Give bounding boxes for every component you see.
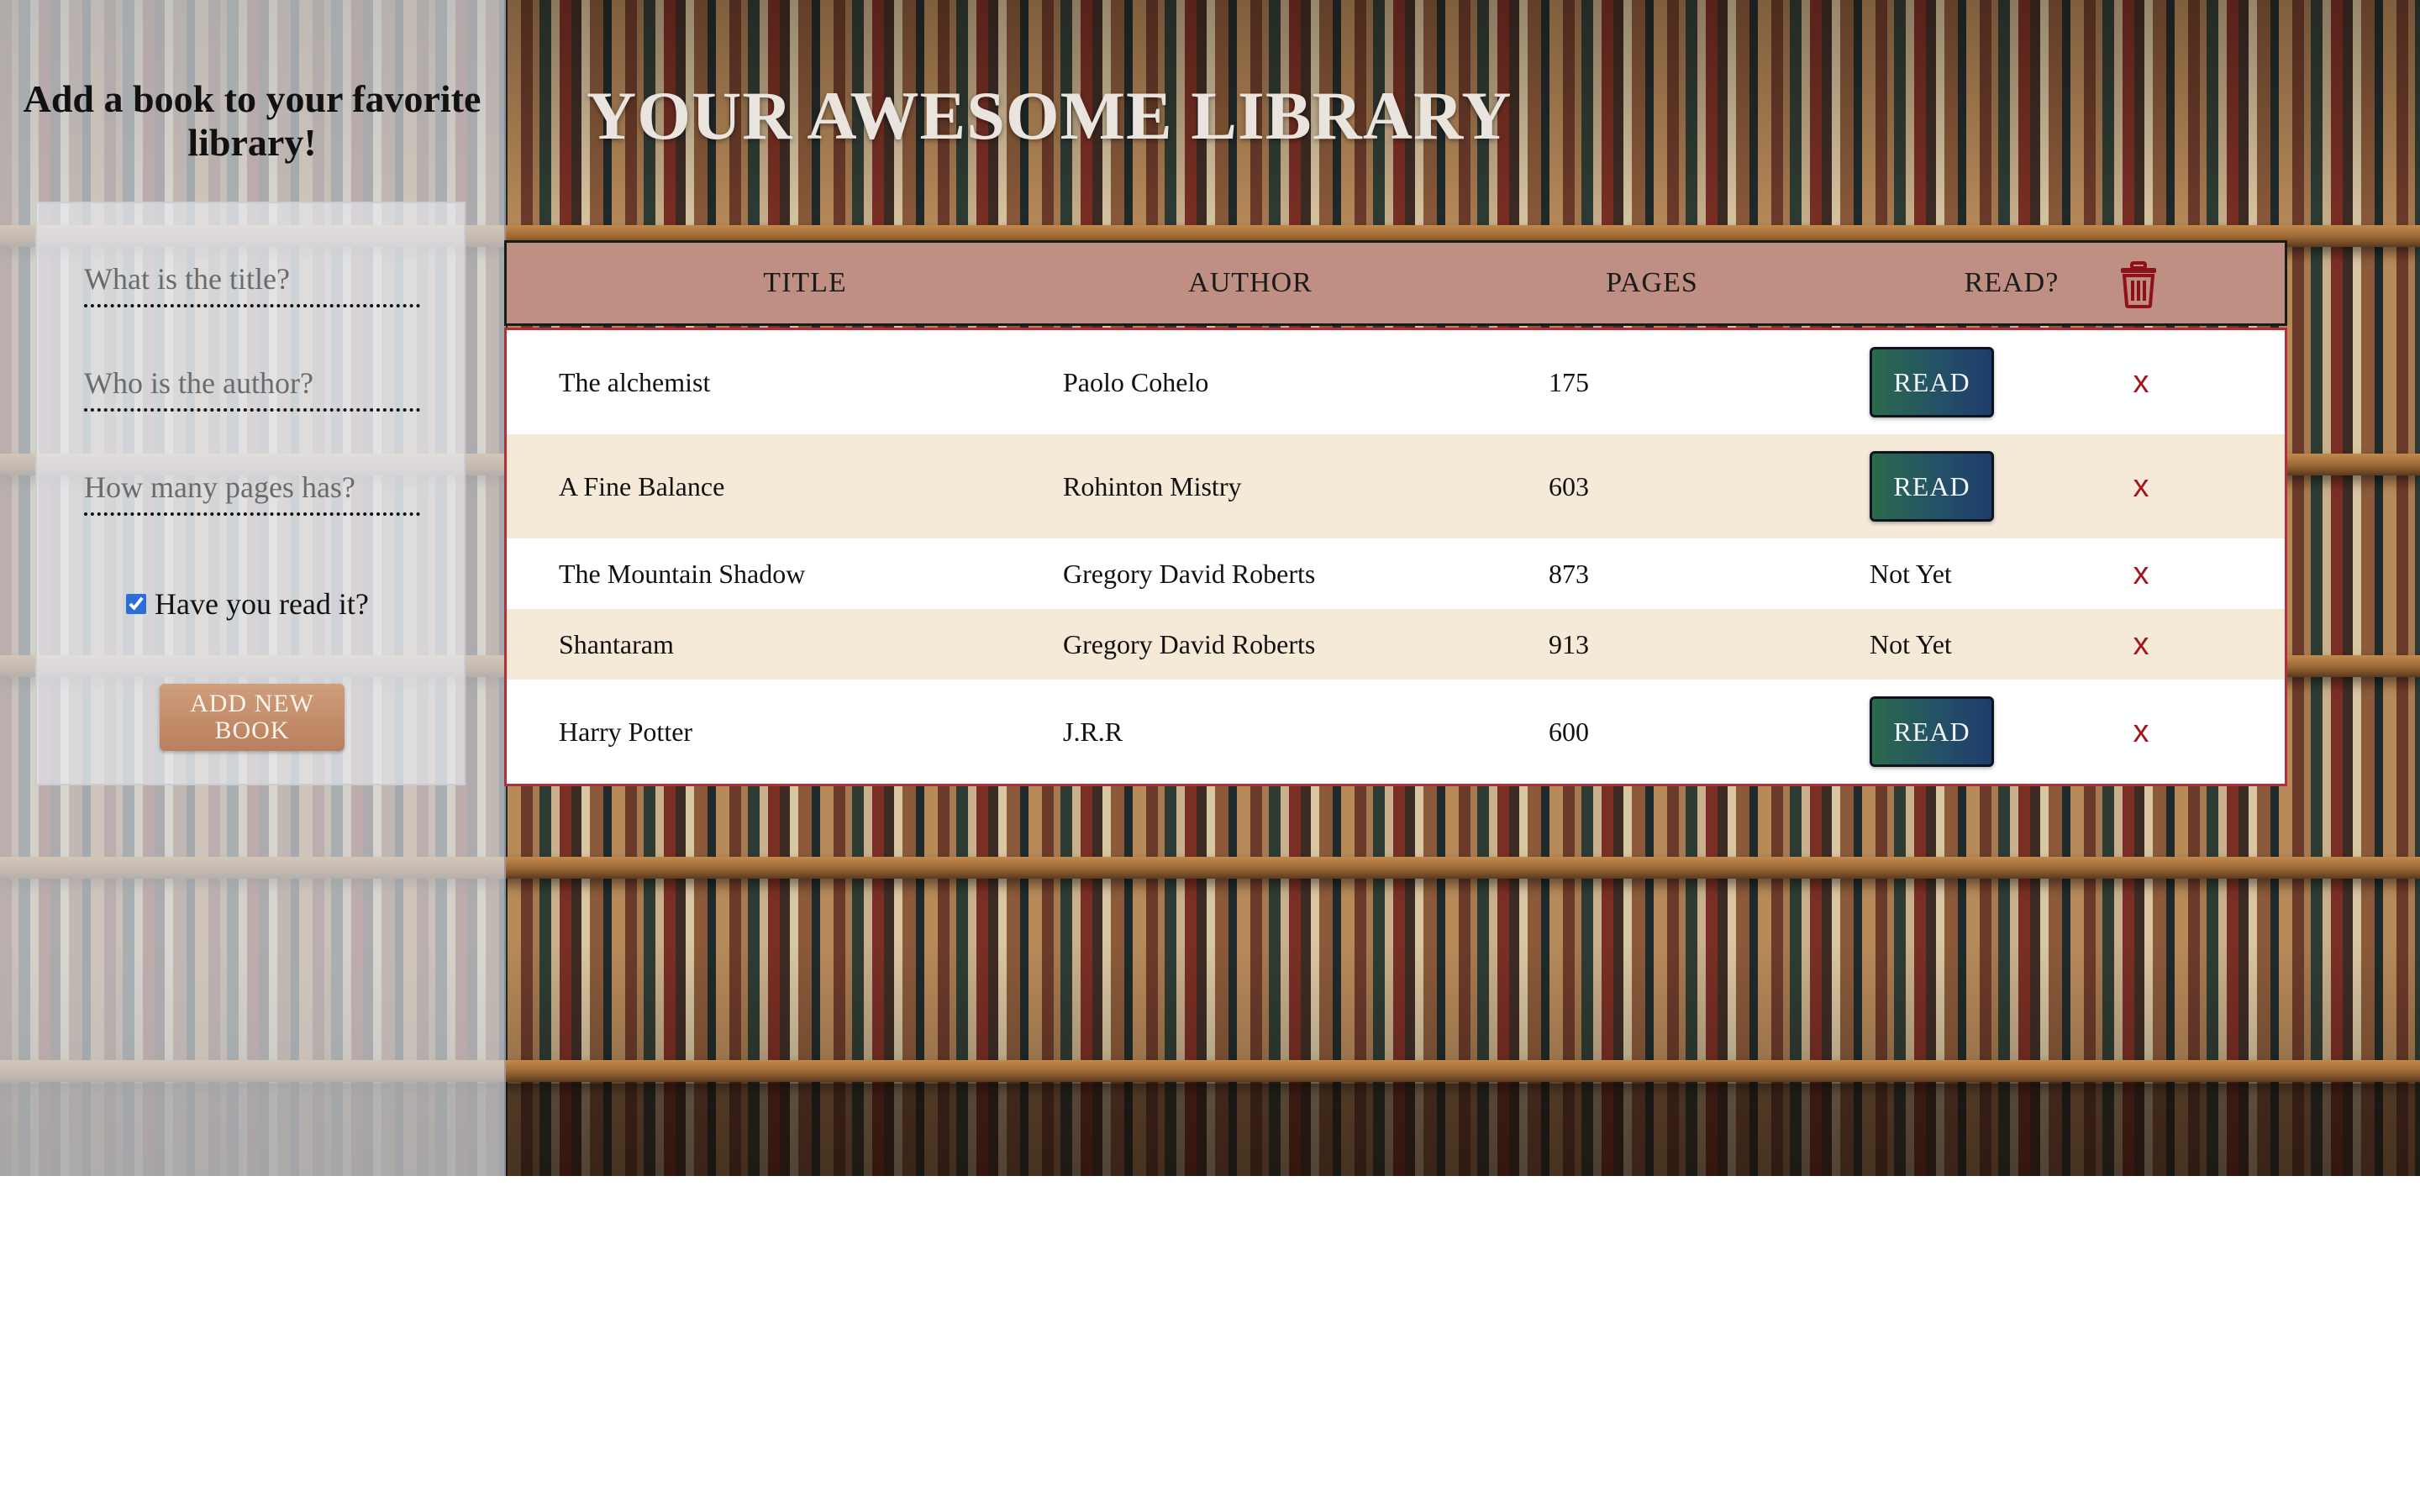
column-header-author: AUTHOR <box>1188 267 1313 298</box>
book-read-cell: READ <box>1870 330 1994 434</box>
book-author-cell: Gregory David Roberts <box>1063 558 1316 589</box>
book-author-cell: Gregory David Roberts <box>1063 628 1316 659</box>
read-status-button[interactable]: READ <box>1870 347 1994 417</box>
pages-input[interactable] <box>84 467 420 516</box>
book-pages-cell: 603 <box>1549 470 1589 501</box>
book-read-cell: READ <box>1870 434 1994 538</box>
read-status-button[interactable]: READ <box>1870 696 1994 767</box>
author-input[interactable] <box>84 363 420 412</box>
delete-row-button[interactable]: x <box>2133 714 2149 750</box>
book-title-cell: The Mountain Shadow <box>559 558 806 589</box>
column-header-pages: PAGES <box>1606 267 1698 298</box>
delete-row-button[interactable]: x <box>2133 365 2149 401</box>
book-author-cell: Paolo Cohelo <box>1063 366 1209 397</box>
book-pages-cell: 873 <box>1549 558 1589 589</box>
title-input[interactable] <box>84 259 420 307</box>
delete-row-cell: x <box>2120 609 2162 680</box>
book-pages-cell: 600 <box>1549 716 1589 747</box>
delete-row-cell: x <box>2120 538 2162 609</box>
delete-row-button[interactable]: x <box>2133 627 2149 663</box>
book-author-cell: J.R.R <box>1063 716 1123 747</box>
add-book-sidebar: Add a book to your favorite library! Hav… <box>0 0 506 1176</box>
table-row: A Fine Balance Rohinton Mistry 603 READ x <box>507 434 2285 538</box>
delete-row-cell: x <box>2120 330 2162 434</box>
read-checkbox[interactable] <box>126 594 146 614</box>
book-title-cell: Harry Potter <box>559 716 693 747</box>
book-pages-cell: 175 <box>1549 366 1589 397</box>
page-title: YOUR AWESOME LIBRARY <box>587 77 1512 154</box>
column-header-title: TITLE <box>763 267 847 298</box>
table-row: The alchemist Paolo Cohelo 175 READ x <box>507 330 2285 434</box>
book-author-cell: Rohinton Mistry <box>1063 470 1242 501</box>
book-pages-cell: 913 <box>1549 628 1589 659</box>
delete-row-cell: x <box>2120 434 2162 538</box>
add-book-form: Have you read it? ADD NEW BOOK <box>35 202 466 785</box>
delete-row-button[interactable]: x <box>2133 469 2149 505</box>
read-status-text[interactable]: Not Yet <box>1870 629 1952 660</box>
library-table: TITLE AUTHOR PAGES READ? The alchemist Pa… <box>504 240 2287 786</box>
book-title-cell: Shantaram <box>559 628 674 659</box>
library-page: YOUR AWESOME LIBRARY Add a book to your … <box>0 0 2420 1176</box>
read-checkbox-label[interactable]: Have you read it? <box>155 586 369 622</box>
book-read-cell: Not Yet <box>1870 538 1952 609</box>
book-read-cell: READ <box>1870 680 1994 784</box>
book-title-cell: The alchemist <box>559 366 711 397</box>
read-status-button[interactable]: READ <box>1870 451 1994 522</box>
book-read-cell: Not Yet <box>1870 609 1952 680</box>
book-title-cell: A Fine Balance <box>559 470 725 501</box>
table-row: The Mountain Shadow Gregory David Roberts… <box>507 538 2285 609</box>
delete-row-cell: x <box>2120 680 2162 784</box>
table-row: Harry Potter J.R.R 600 READ x <box>507 680 2285 784</box>
sidebar-title: Add a book to your favorite library! <box>23 77 481 164</box>
trash-icon[interactable] <box>2118 261 2159 308</box>
table-header: TITLE AUTHOR PAGES READ? <box>504 240 2287 326</box>
read-status-text[interactable]: Not Yet <box>1870 559 1952 590</box>
add-new-book-button[interactable]: ADD NEW BOOK <box>160 684 345 751</box>
table-row: Shantaram Gregory David Roberts 913 Not Yet… <box>507 609 2285 680</box>
read-checkbox-row: Have you read it? <box>126 583 369 625</box>
delete-row-button[interactable]: x <box>2133 556 2149 592</box>
table-body: The alchemist Paolo Cohelo 175 READ x A Fine … <box>504 328 2287 786</box>
